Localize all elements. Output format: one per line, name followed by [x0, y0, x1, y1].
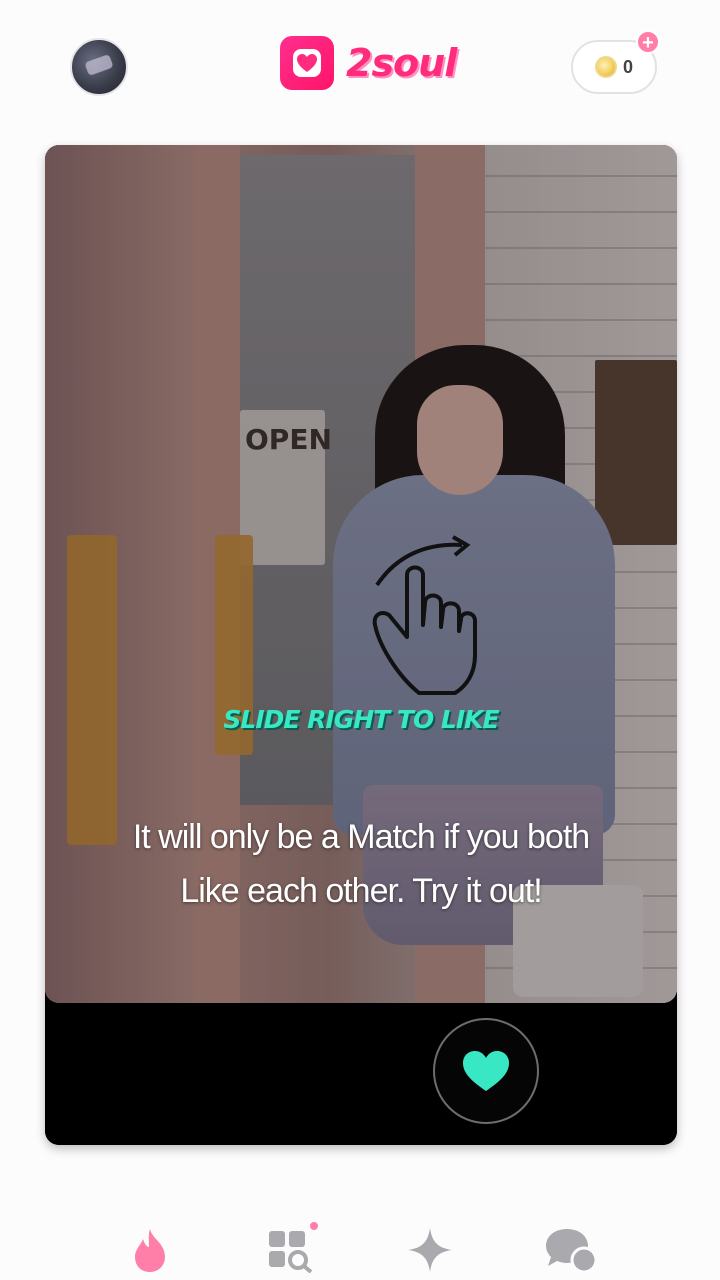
top-bar: 2soul 0 + — [0, 0, 720, 130]
nav-explore[interactable] — [260, 1220, 320, 1280]
coin-icon — [594, 56, 617, 78]
swipe-hint-title: SLIDE RIGHT TO LIKE — [223, 705, 499, 734]
app-logo: 2soul — [280, 36, 457, 90]
avatar[interactable] — [70, 38, 128, 96]
notification-dot — [310, 1222, 318, 1230]
heart-icon — [463, 1051, 509, 1091]
coin-count: 0 — [622, 56, 633, 77]
swipe-hint-body: It will only be a Match if you both Like… — [85, 810, 637, 918]
hint-line-2: Like each other. Try it out! — [180, 872, 542, 910]
heart-logo-icon — [280, 36, 334, 90]
like-button[interactable] — [433, 1018, 539, 1124]
nav-sparkle[interactable] — [400, 1220, 460, 1280]
nav-discover-flame[interactable] — [120, 1220, 180, 1280]
hint-line-1: It will only be a Match if you both — [132, 818, 590, 856]
profile-card[interactable]: OPEN SLIDE RIGHT TO LIKE It will only be… — [45, 145, 677, 1145]
flame-icon — [135, 1229, 165, 1272]
chat-bubbles-icon — [546, 1229, 598, 1274]
card-action-bar — [45, 1003, 677, 1145]
add-coins-icon[interactable]: + — [636, 30, 660, 54]
bottom-navigation — [0, 1200, 720, 1280]
app-name: 2soul — [346, 41, 457, 85]
nav-chat[interactable] — [540, 1220, 600, 1280]
discover-grid-icon — [269, 1231, 313, 1273]
app-screen: 2soul 0 + OPEN SLIDE RIGHT TO LIKE It wi… — [0, 0, 720, 1280]
swipe-hand-icon — [372, 535, 477, 695]
sparkle-icon — [408, 1228, 452, 1272]
